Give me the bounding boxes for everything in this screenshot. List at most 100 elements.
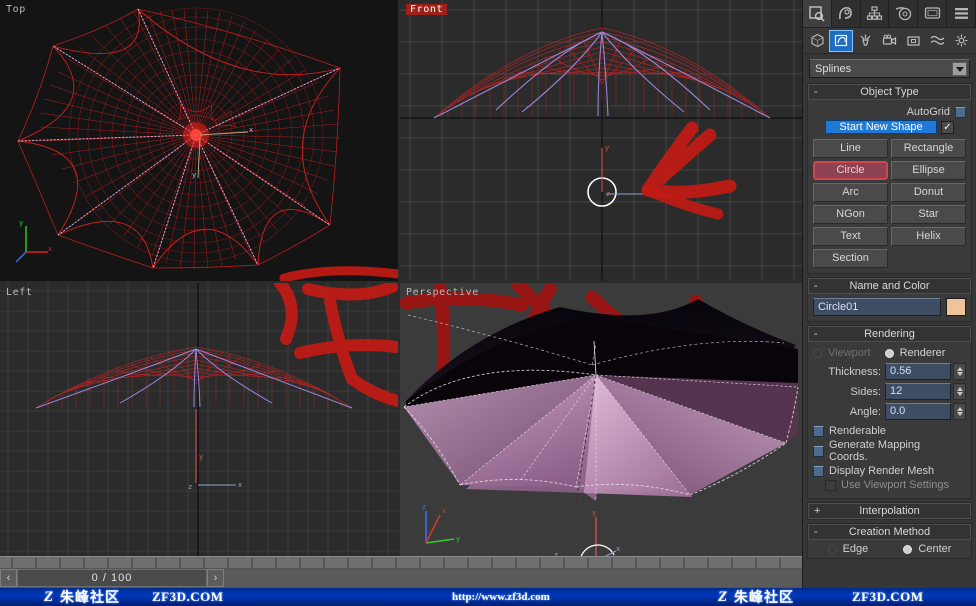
tab-utilities[interactable] [947,0,976,27]
viewport-front-content: y z x [400,0,802,281]
category-helpers[interactable] [902,30,926,52]
object-button-donut[interactable]: Donut [891,183,966,202]
rollout-creation-method-header[interactable]: - Creation Method [808,524,971,540]
rollout-interpolation-title: Interpolation [859,505,920,517]
angle-spinner[interactable] [953,403,966,420]
renderable-checkbox[interactable] [813,425,824,437]
category-systems[interactable] [950,30,974,52]
rollout-interpolation-toggle[interactable]: + [814,504,820,518]
object-button-ngon[interactable]: NGon [813,205,888,224]
tab-create[interactable] [803,0,832,27]
rollout-rendering-toggle[interactable]: - [814,327,818,341]
viewport-left[interactable]: Left y z x [0,283,398,568]
start-new-shape-checkbox[interactable]: ✓ [941,120,954,134]
object-button-helix[interactable]: Helix [891,227,966,246]
viewport-perspective[interactable]: Perspective z x y y x z [400,283,802,568]
rollout-name-and-color-toggle[interactable]: - [814,279,818,293]
angle-row: Angle: 0.0 [813,403,966,420]
viewport-label-top[interactable]: Top [6,4,26,15]
track-bar-empty[interactable] [224,569,802,587]
category-lights[interactable] [853,30,877,52]
thickness-spinner[interactable] [953,363,966,380]
viewport-perspective-content: z x y y x z [400,283,802,568]
object-button-arc[interactable]: Arc [813,183,888,202]
object-name-input[interactable]: Circle01 [813,298,941,316]
start-new-shape-button[interactable]: Start New Shape [825,120,937,134]
object-category-dropdown[interactable]: Splines [809,59,970,78]
svg-text:z: z [422,503,426,511]
object-button-line[interactable]: Line [813,139,888,158]
object-button-star[interactable]: Star [891,205,966,224]
watermark-z-right: Z [718,589,728,605]
hierarchy-icon [866,6,883,20]
object-category-row [803,28,976,54]
watermark-url: http://www.zf3d.com [452,591,550,603]
rollout-object-type-toggle[interactable]: - [814,85,818,99]
category-cameras[interactable] [877,30,901,52]
creation-method-edge[interactable]: Edge [827,543,869,555]
object-color-swatch[interactable] [946,298,966,316]
tab-motion[interactable] [889,0,919,27]
viewport-label-front[interactable]: Front [406,4,448,15]
command-panel: Splines - Object Type AutoGrid Start New… [802,0,976,588]
viewport-top[interactable]: Top y x x y [0,0,398,281]
edge-radio[interactable] [827,544,837,554]
category-space-warps[interactable] [926,30,950,52]
chevron-down-icon[interactable] [952,62,967,76]
edge-label: Edge [842,543,869,555]
object-type-button-grid: Line Rectangle Circle Ellipse Arc Donut … [813,139,966,268]
viewport-top-content: y x x y [0,0,398,281]
sides-label: Sides: [850,385,881,398]
rollout-object-type-header[interactable]: - Object Type [808,84,971,100]
object-button-ellipse[interactable]: Ellipse [891,161,966,180]
viewport-radio-label: Viewport [828,347,871,359]
cameras-icon [882,34,897,46]
renderer-radio[interactable] [884,348,894,358]
thickness-label: Thickness: [828,365,881,378]
angle-input[interactable]: 0.0 [885,403,951,420]
current-frame-field[interactable]: 0 / 100 [17,569,207,587]
next-frame-button[interactable]: › [207,569,224,587]
rollout-name-and-color-header[interactable]: - Name and Color [808,278,971,294]
tab-modify[interactable] [832,0,861,27]
rollout-object-type: - Object Type AutoGrid Start New Shape ✓… [807,83,972,274]
object-button-section[interactable]: Section [813,249,888,268]
tab-display[interactable] [918,0,948,27]
sides-spinner[interactable] [953,383,966,400]
generate-mapping-coords-row: Generate Mapping Coords. [813,439,966,463]
rollout-creation-method-toggle[interactable]: - [814,525,818,539]
thickness-input[interactable]: 0.56 [885,363,951,380]
autogrid-row: AutoGrid [813,106,966,118]
center-radio[interactable] [903,544,913,554]
render-target-row: Viewport Renderer [813,347,966,359]
object-button-text[interactable]: Text [813,227,888,246]
viewport-label-perspective[interactable]: Perspective [406,287,479,298]
generate-mapping-coords-checkbox[interactable] [813,445,824,457]
spacewarps-icon [930,35,945,45]
tab-hierarchy[interactable] [861,0,890,27]
rollout-rendering-header[interactable]: - Rendering [808,326,971,342]
rollout-interpolation-header[interactable]: + Interpolation [808,503,971,519]
time-slider-ticks[interactable] [0,556,802,570]
sides-input[interactable]: 12 [885,383,951,400]
watermark-cn-right: 朱峰社区 [734,589,794,605]
center-label: Center [918,543,952,555]
utilities-icon [954,8,968,19]
creation-method-center[interactable]: Center [903,543,951,555]
motion-icon [895,7,912,21]
viewport-front[interactable]: Front y z x [400,0,802,281]
category-shapes[interactable] [829,29,854,52]
prev-frame-button[interactable]: ‹ [0,569,17,587]
object-button-circle[interactable]: Circle [813,161,888,180]
watermark-footer: Z 朱峰社区 ZF3D.COM http://www.zf3d.com Z 朱峰… [0,588,976,606]
autogrid-checkbox[interactable] [955,106,966,118]
display-render-mesh-checkbox[interactable] [813,465,824,477]
shapes-icon [834,34,847,47]
rollout-object-type-body: AutoGrid Start New Shape ✓ Line Rectangl… [808,100,971,273]
viewport-radio[interactable] [813,348,822,358]
category-geometry[interactable] [805,30,829,52]
viewport-label-left[interactable]: Left [6,287,32,298]
systems-icon [955,34,968,47]
object-button-rectangle[interactable]: Rectangle [891,139,966,158]
rollout-creation-method-title: Creation Method [848,526,931,538]
